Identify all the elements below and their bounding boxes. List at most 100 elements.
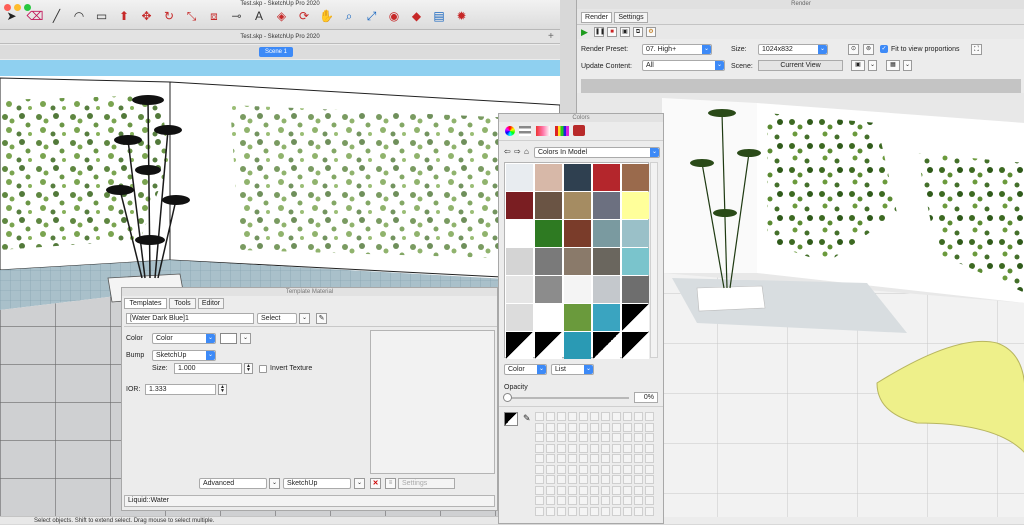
- scene-tab[interactable]: Scene 1: [259, 47, 293, 57]
- custom-color-cell[interactable]: [634, 422, 643, 432]
- color-swatch[interactable]: [535, 248, 562, 275]
- bump-size-stepper[interactable]: ▲ ▼: [244, 363, 253, 374]
- chevron-down-icon[interactable]: ⌄: [299, 313, 310, 324]
- color-swatch[interactable]: [622, 304, 649, 331]
- color-sliders-icon[interactable]: [519, 126, 531, 136]
- stop-render-icon[interactable]: ■: [607, 27, 617, 37]
- custom-color-cell[interactable]: [601, 506, 610, 516]
- custom-color-cell[interactable]: [568, 464, 577, 474]
- document-tab[interactable]: Test.skp - SketchUp Pro 2020: [0, 30, 560, 44]
- material-name-field[interactable]: [Water Dark Blue]1: [126, 313, 254, 324]
- text-icon[interactable]: A: [252, 9, 267, 24]
- custom-color-cell[interactable]: [535, 485, 544, 495]
- custom-color-cell[interactable]: [546, 485, 555, 495]
- mode-select[interactable]: Color ⌄: [504, 364, 547, 375]
- custom-color-cell[interactable]: [557, 422, 566, 432]
- custom-color-cell[interactable]: [623, 454, 632, 463]
- current-color-swatch[interactable]: [504, 412, 518, 426]
- color-swatch[interactable]: [564, 332, 591, 359]
- size-presets-icon[interactable]: ⊚: [863, 44, 874, 55]
- color-type-select[interactable]: Color ⌄: [152, 333, 216, 344]
- color-wheel-icon[interactable]: [505, 126, 515, 136]
- pause-render-icon[interactable]: ❚❚: [594, 27, 605, 37]
- custom-color-cell[interactable]: [546, 422, 555, 432]
- custom-color-cell[interactable]: [601, 454, 610, 463]
- swatch-scrollbar[interactable]: [650, 162, 658, 358]
- arc-icon[interactable]: ◠: [72, 9, 87, 24]
- custom-color-cell[interactable]: [579, 412, 588, 421]
- custom-color-cell[interactable]: [645, 422, 654, 432]
- color-swatch[interactable]: [535, 304, 562, 331]
- chevron-down-icon[interactable]: ⌄: [903, 60, 912, 71]
- custom-color-cell[interactable]: [601, 433, 610, 442]
- custom-color-cell[interactable]: [590, 496, 599, 505]
- custom-color-cell[interactable]: [568, 506, 577, 516]
- custom-color-cell[interactable]: [612, 485, 621, 495]
- custom-color-cell[interactable]: [623, 496, 632, 505]
- custom-color-cell[interactable]: [623, 433, 632, 442]
- eraser-icon[interactable]: ⌫: [27, 9, 44, 24]
- color-swatch[interactable]: [593, 248, 620, 275]
- custom-color-cell[interactable]: [535, 412, 544, 421]
- custom-color-cell[interactable]: [557, 454, 566, 463]
- pencils-icon[interactable]: [573, 125, 585, 136]
- custom-color-cell[interactable]: [579, 485, 588, 495]
- invert-texture-checkbox[interactable]: [259, 365, 267, 373]
- zoom-icon[interactable]: ⌕: [342, 9, 357, 24]
- custom-color-cell[interactable]: [645, 506, 654, 516]
- color-swatch[interactable]: [593, 304, 620, 331]
- custom-color-cell[interactable]: [590, 454, 599, 463]
- eyedropper-icon[interactable]: ✎: [523, 413, 531, 424]
- opacity-slider-track[interactable]: [507, 397, 629, 399]
- custom-color-cell[interactable]: [568, 433, 577, 442]
- custom-color-cell[interactable]: [634, 443, 643, 453]
- custom-color-cell[interactable]: [568, 454, 577, 463]
- lock-aspect-icon[interactable]: ⊙: [848, 44, 859, 55]
- color-swatch[interactable]: [535, 164, 562, 191]
- custom-color-cell[interactable]: [623, 412, 632, 421]
- move-icon[interactable]: ✥: [139, 9, 154, 24]
- custom-color-cell[interactable]: [535, 422, 544, 432]
- custom-color-cell[interactable]: [601, 443, 610, 453]
- custom-color-cell[interactable]: [535, 433, 544, 442]
- custom-color-cell[interactable]: [601, 464, 610, 474]
- custom-color-cell[interactable]: [634, 454, 643, 463]
- custom-color-cell[interactable]: [590, 443, 599, 453]
- color-swatch[interactable]: [622, 276, 649, 303]
- ior-field[interactable]: 1.333: [145, 384, 216, 395]
- custom-color-cell[interactable]: [568, 485, 577, 495]
- custom-color-cell[interactable]: [634, 464, 643, 474]
- ior-stepper[interactable]: ▲ ▼: [218, 384, 227, 395]
- color-swatch[interactable]: [535, 276, 562, 303]
- rectangle-icon[interactable]: ▭: [94, 9, 109, 24]
- custom-color-cell[interactable]: [612, 506, 621, 516]
- custom-color-cell[interactable]: [579, 433, 588, 442]
- save-image-icon[interactable]: ▣: [620, 27, 630, 37]
- custom-color-cell[interactable]: [568, 496, 577, 505]
- tab-settings[interactable]: Settings: [614, 12, 648, 23]
- chevron-down-icon[interactable]: ⌄: [868, 60, 877, 71]
- tab-templates[interactable]: Templates: [124, 298, 167, 309]
- color-palettes-icon[interactable]: [536, 126, 550, 136]
- delete-icon[interactable]: ✕: [370, 478, 381, 489]
- color-swatch[interactable]: [506, 220, 533, 247]
- zoom-extents-icon[interactable]: ⤢: [364, 9, 379, 24]
- custom-color-cell[interactable]: [590, 412, 599, 421]
- eyedropper-icon[interactable]: ✎: [316, 313, 327, 324]
- custom-color-cell[interactable]: [601, 496, 610, 505]
- color-swatch[interactable]: [622, 192, 649, 219]
- color-swatch[interactable]: [535, 192, 562, 219]
- opacity-value[interactable]: 0%: [634, 392, 658, 403]
- render-icon[interactable]: ◉: [387, 9, 402, 24]
- advanced-select[interactable]: Advanced: [199, 478, 267, 489]
- custom-color-cell[interactable]: [623, 475, 632, 484]
- custom-color-cell[interactable]: [568, 475, 577, 484]
- custom-color-cell[interactable]: [535, 443, 544, 453]
- custom-color-cell[interactable]: [645, 454, 654, 463]
- custom-color-cell[interactable]: [634, 433, 643, 442]
- color-swatch[interactable]: [593, 276, 620, 303]
- custom-color-cell[interactable]: [612, 443, 621, 453]
- custom-color-cell[interactable]: [557, 475, 566, 484]
- custom-color-cell[interactable]: [590, 433, 599, 442]
- custom-color-cell[interactable]: [612, 496, 621, 505]
